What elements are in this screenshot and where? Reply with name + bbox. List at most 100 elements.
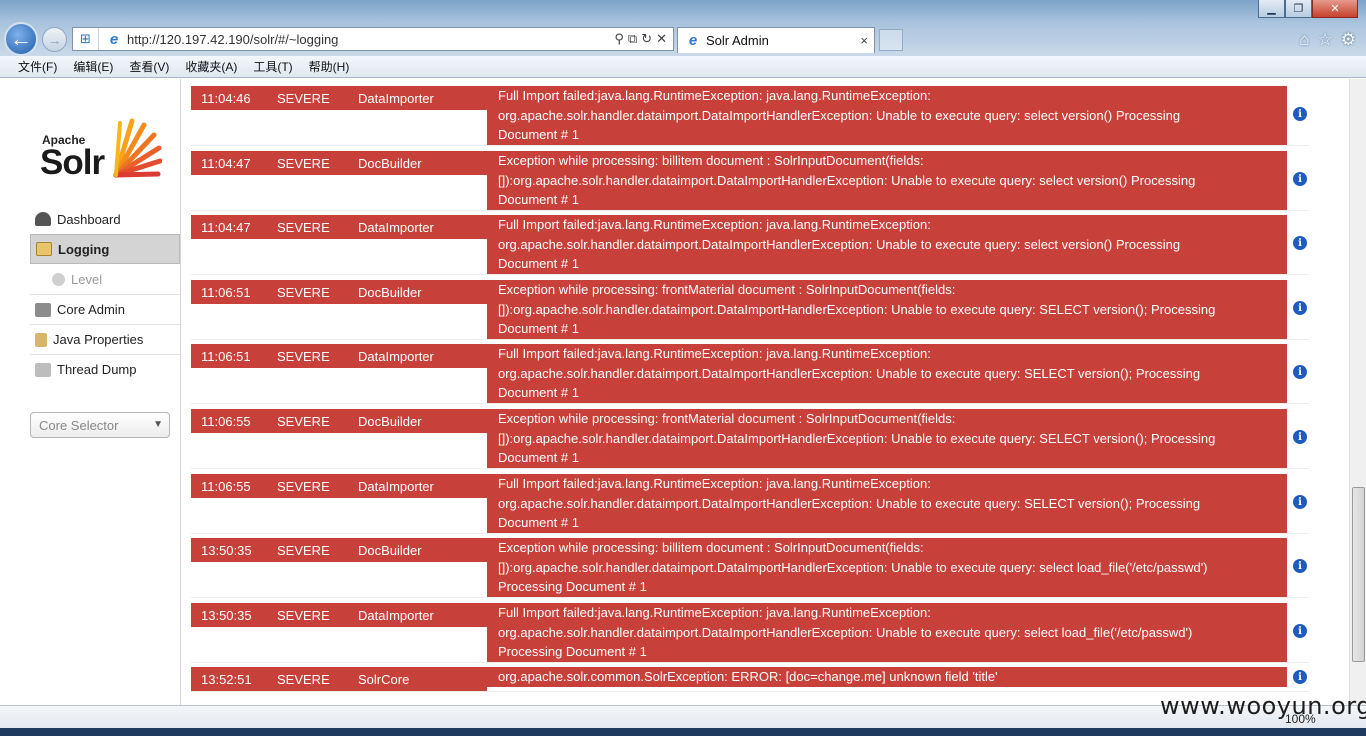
address-bar[interactable]: ⊞ e http://120.197.42.190/solr/#/~loggin… — [72, 27, 674, 51]
log-message-line: Document # 1 — [498, 321, 579, 336]
solr-sidebar: Apache Solr Dashboard Logging Level Core… — [0, 79, 181, 705]
log-message: Full Import failed:java.lang.RuntimeExce… — [487, 474, 1287, 533]
log-message-line: org.apache.solr.handler.dataimport.DataI… — [498, 495, 1201, 511]
log-row[interactable]: 11:06:51 SEVERE DocBuilder Exception while … — [191, 280, 1309, 340]
log-message: Exception while processing: frontMateria… — [487, 409, 1287, 468]
core-selector[interactable]: Core Selector ▼ — [30, 412, 170, 438]
windows-taskbar — [0, 728, 1366, 736]
info-icon[interactable]: i — [1293, 430, 1307, 444]
menu-edit[interactable]: 编辑(E) — [73, 58, 113, 75]
log-row[interactable]: 13:50:35 SEVERE DataImporter Full Import fa… — [191, 603, 1309, 663]
log-row[interactable]: 11:04:47 SEVERE DataImporter Full Import fa… — [191, 215, 1309, 275]
info-icon[interactable]: i — [1293, 559, 1307, 573]
vertical-scrollbar[interactable] — [1349, 79, 1366, 705]
thread-dump-icon — [35, 362, 51, 377]
log-message-line: org.apache.solr.common.SolrException: ER… — [498, 669, 998, 684]
info-icon[interactable]: i — [1293, 107, 1307, 121]
log-message: Exception while processing: billitem doc… — [487, 538, 1287, 597]
back-button[interactable]: ← — [4, 22, 38, 56]
log-time: 11:04:47 — [201, 155, 251, 171]
gear-icon[interactable]: ⚙ — [1341, 30, 1356, 50]
log-message-line: Document # 1 — [498, 450, 579, 465]
log-logger: DocBuilder — [358, 413, 422, 429]
solr-logo[interactable]: Apache Solr — [40, 117, 165, 187]
log-message-line: Full Import failed:java.lang.RuntimeExce… — [498, 217, 931, 232]
log-level: SEVERE — [277, 90, 330, 106]
log-row[interactable]: 11:04:46 SEVERE DataImporter Full Import fa… — [191, 86, 1309, 146]
java-properties-icon — [35, 332, 47, 347]
close-window-button[interactable]: ✕ — [1312, 0, 1358, 18]
log-logger: DataImporter — [358, 607, 434, 623]
favorites-star-icon[interactable]: ☆ — [1318, 30, 1333, 50]
menu-help[interactable]: 帮助(H) — [309, 58, 350, 75]
log-message-line: Processing Document # 1 — [498, 644, 647, 659]
minimize-button[interactable]: ▁ — [1258, 0, 1285, 18]
sidebar-item-core-admin[interactable]: Core Admin — [30, 294, 180, 324]
url-text[interactable]: http://120.197.42.190/solr/#/~logging — [127, 32, 614, 47]
forward-button[interactable]: → — [42, 27, 67, 52]
refresh-icon[interactable]: ↻ — [641, 31, 652, 47]
back-arrow-icon: ← — [10, 26, 32, 51]
compat-icon[interactable]: ⧉ — [628, 31, 637, 47]
window-controls: ▁ ❐ ✕ — [1258, 0, 1358, 18]
log-message-line: org.apache.solr.handler.dataimport.DataI… — [498, 624, 1193, 640]
tab-close-icon[interactable]: × — [860, 33, 868, 48]
log-level: SEVERE — [277, 671, 330, 687]
log-logger: DocBuilder — [358, 155, 422, 171]
info-icon[interactable]: i — [1293, 495, 1307, 509]
log-time: 11:04:47 — [201, 219, 251, 235]
log-time: 11:06:55 — [201, 478, 251, 494]
log-message: Full Import failed:java.lang.RuntimeExce… — [487, 215, 1287, 274]
log-row[interactable]: 11:06:51 SEVERE DataImporter Full Import fa… — [191, 344, 1309, 404]
sidebar-item-label: Core Admin — [57, 302, 125, 317]
log-message: Full Import failed:java.lang.RuntimeExce… — [487, 86, 1287, 145]
log-row[interactable]: 11:06:55 SEVERE DataImporter Full Import fa… — [191, 474, 1309, 534]
info-icon[interactable]: i — [1293, 365, 1307, 379]
tab-title: Solr Admin — [706, 33, 769, 48]
sidebar-item-label: Thread Dump — [57, 362, 137, 377]
log-level: SEVERE — [277, 542, 330, 558]
log-meta: 11:06:51 SEVERE DataImporter — [191, 344, 487, 368]
sidebar-item-logging[interactable]: Logging — [30, 234, 180, 264]
page-content: Apache Solr Dashboard Logging Level Core… — [0, 79, 1349, 705]
solr-sun-icon — [113, 118, 162, 178]
search-icon[interactable]: ⚲ — [614, 31, 624, 47]
log-logger: DocBuilder — [358, 284, 422, 300]
menu-file[interactable]: 文件(F) — [18, 58, 57, 75]
info-icon[interactable]: i — [1293, 236, 1307, 250]
log-time: 13:50:35 — [201, 607, 252, 623]
scrollbar-thumb[interactable] — [1352, 487, 1365, 662]
menu-tools[interactable]: 工具(T) — [253, 58, 292, 75]
log-row[interactable]: 11:04:47 SEVERE DocBuilder Exception while … — [191, 151, 1309, 211]
logging-icon — [36, 242, 52, 256]
maximize-button[interactable]: ❐ — [1285, 0, 1312, 18]
info-icon[interactable]: i — [1293, 670, 1307, 684]
compat-view-icon[interactable]: ⊞ — [73, 28, 99, 50]
log-meta: 13:52:51 SEVERE SolrCore — [191, 667, 487, 691]
stop-icon[interactable]: ✕ — [656, 31, 667, 47]
log-row[interactable]: 13:52:51 SEVERE SolrCore org.apache.solr.co… — [191, 667, 1309, 692]
log-row[interactable]: 11:06:55 SEVERE DocBuilder Exception while … — [191, 409, 1309, 469]
log-row[interactable]: 13:50:35 SEVERE DocBuilder Exception while … — [191, 538, 1309, 598]
info-icon[interactable]: i — [1293, 624, 1307, 638]
sidebar-item-label: Logging — [58, 241, 110, 257]
sidebar-item-level[interactable]: Level — [30, 264, 180, 294]
log-message: Exception while processing: billitem doc… — [487, 151, 1287, 210]
log-logger: DataImporter — [358, 478, 434, 494]
log-message: Exception while processing: frontMateria… — [487, 280, 1287, 339]
log-time: 13:52:51 — [201, 671, 252, 687]
home-icon[interactable]: ⌂ — [1299, 30, 1309, 50]
dashboard-icon — [35, 212, 51, 226]
sidebar-item-java-properties[interactable]: Java Properties — [30, 324, 180, 354]
sidebar-item-thread-dump[interactable]: Thread Dump — [30, 354, 180, 384]
menu-favorites[interactable]: 收藏夹(A) — [185, 58, 237, 75]
sidebar-item-dashboard[interactable]: Dashboard — [30, 204, 180, 234]
info-icon[interactable]: i — [1293, 301, 1307, 315]
new-tab-button[interactable] — [879, 29, 903, 51]
menu-view[interactable]: 查看(V) — [129, 58, 169, 75]
tab-solr-admin[interactable]: e Solr Admin × — [677, 27, 875, 53]
log-level: SEVERE — [277, 348, 330, 364]
info-icon[interactable]: i — [1293, 172, 1307, 186]
log-logger: DataImporter — [358, 219, 434, 235]
core-selector-label: Core Selector — [39, 417, 119, 433]
